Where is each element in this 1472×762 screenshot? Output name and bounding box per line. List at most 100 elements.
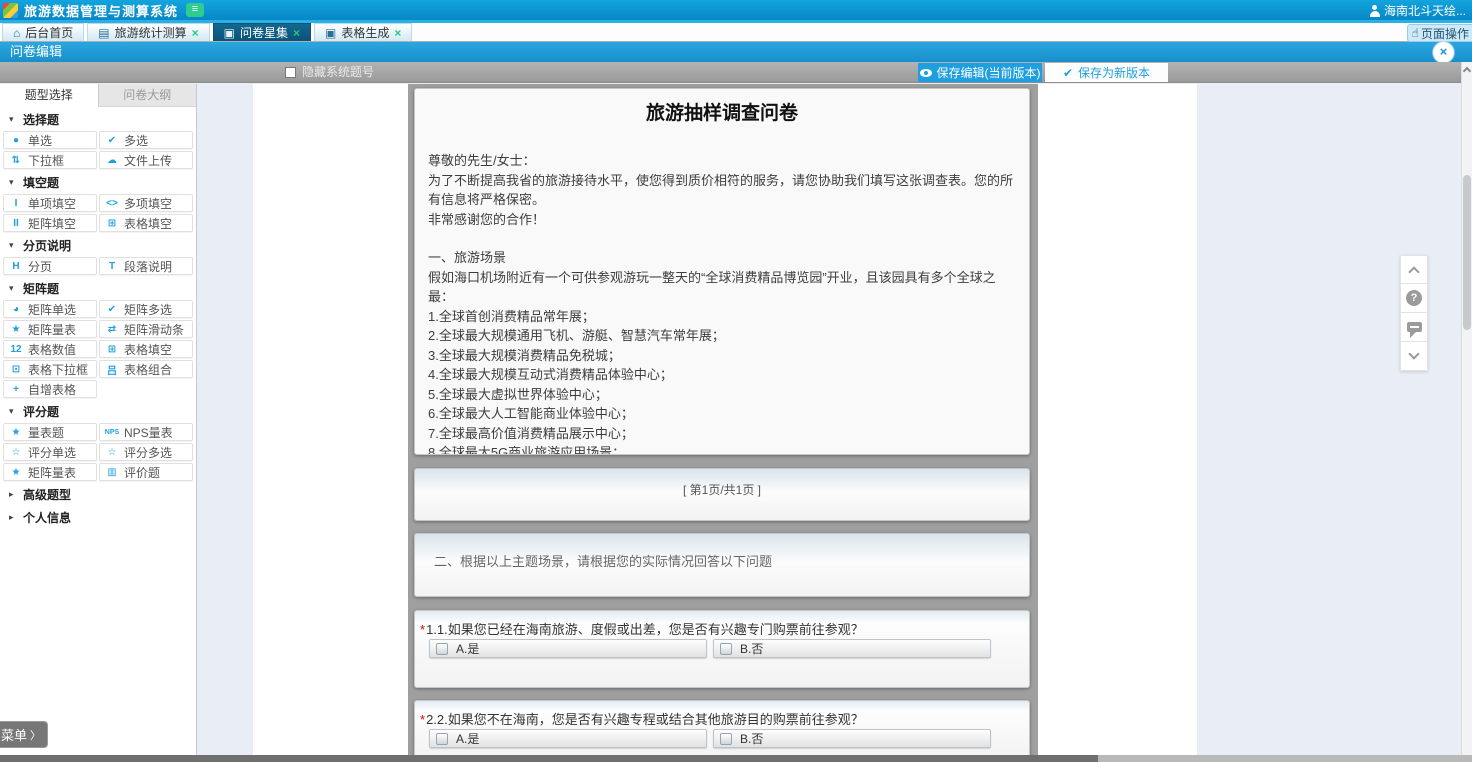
question-type-sidebar: 题型选择 问卷大纲 ▾ 选择题 ● 单选 ✔ 多选 ⇅ 下拉框 ☁ 文件上传 ▾… <box>0 84 197 755</box>
sidebar-item-multi-blank[interactable]: <> 多项填空 <box>99 194 193 212</box>
help-button[interactable]: ? <box>1400 284 1428 313</box>
option-checkbox[interactable] <box>436 643 448 655</box>
page-operations-button[interactable]: ☝ 页面操作 <box>1407 24 1472 42</box>
tab-table-generation[interactable]: ▣ 表格生成 × <box>314 23 412 41</box>
question-card-1[interactable]: *1.1.如果您已经在海南旅游、度假或出差，您是否有兴趣专门购票前往参观？ A.… <box>414 610 1030 688</box>
tab-question-types[interactable]: 题型选择 <box>0 84 98 107</box>
sidebar-item-matrix-scale-2[interactable]: ★ 矩阵量表 <box>3 463 97 481</box>
sidebar-item-score-multi[interactable]: ☆ 评分多选 <box>99 443 193 461</box>
section-rating[interactable]: ▾ 评分题 <box>0 399 196 422</box>
sidebar-item-dropdown[interactable]: ⇅ 下拉框 <box>3 151 97 169</box>
tab-tourism-statistics[interactable]: ▤ 旅游统计测算 × <box>87 23 209 41</box>
question-mark-icon: ? <box>1406 290 1422 306</box>
chevron-right-icon: 〉 <box>30 727 41 743</box>
horizontal-scrollbar[interactable] <box>0 755 1472 762</box>
section-rating-items: ★ 量表题 NPS NPS量表 ☆ 评分单选 ☆ 评分多选 ★ 矩阵量表 ▥ 评… <box>0 422 196 482</box>
page-break-icon: H <box>4 261 28 272</box>
close-tab-icon[interactable]: × <box>293 26 300 40</box>
option-label: A.是 <box>456 640 479 657</box>
sidebar-item-multi-choice[interactable]: ✔ 多选 <box>99 131 193 149</box>
option-label: B.否 <box>740 640 763 657</box>
horizontal-scrollbar-thumb[interactable] <box>0 755 1098 762</box>
matrix-slider-icon: ⇄ <box>100 324 124 335</box>
question-card-2[interactable]: *2.2.如果您不在海南，您是否有兴趣专程或结合其他旅游目的购票前往参观？ A.… <box>414 700 1030 762</box>
collapse-icon: ▾ <box>9 283 17 294</box>
sidebar-item-matrix-single[interactable]: ◕ 矩阵单选 <box>3 300 97 318</box>
section-choice[interactable]: ▾ 选择题 <box>0 107 196 130</box>
sidebar-item-table-fill[interactable]: ⊞ 表格填空 <box>99 340 193 358</box>
hide-system-number-checkbox[interactable] <box>285 67 296 78</box>
tab-questionnaire[interactable]: ▣ 问卷星集 × <box>213 23 311 41</box>
option-a[interactable]: A.是 <box>429 729 707 748</box>
sidebar-item-score-single[interactable]: ☆ 评分单选 <box>3 443 97 461</box>
close-tab-icon[interactable]: × <box>394 26 401 40</box>
option-a[interactable]: A.是 <box>429 639 707 658</box>
user-icon <box>1370 4 1380 17</box>
option-b[interactable]: B.否 <box>713 639 991 658</box>
sidebar-item-evaluation[interactable]: ▥ 评价题 <box>99 463 193 481</box>
tab-home[interactable]: ⌂ 后台首页 <box>2 23 84 41</box>
sidebar-item-file-upload[interactable]: ☁ 文件上传 <box>99 151 193 169</box>
section-matrix-items: ◕ 矩阵单选 ✔ 矩阵多选 ★ 矩阵量表 ⇄ 矩阵滑动条 12 表格数值 ⊞ 表… <box>0 299 196 399</box>
close-editor-button[interactable]: × <box>1433 42 1454 63</box>
table-fill-icon: ⊞ <box>100 344 124 355</box>
survey-scene: 一、旅游场景 假如海口机场附近有一个可供参观游玩一整天的“全球消费精品博览园”开… <box>428 248 1016 455</box>
vertical-scrollbar[interactable] <box>1461 62 1472 755</box>
pointing-hand-icon: ☝ <box>1412 26 1419 40</box>
option-checkbox[interactable] <box>436 733 448 745</box>
save-current-version-button[interactable]: 保存编辑(当前版本) <box>918 63 1042 82</box>
feedback-button[interactable] <box>1400 313 1428 342</box>
sidebar-item-matrix-slider[interactable]: ⇄ 矩阵滑动条 <box>99 320 193 338</box>
sidebar-item-single-choice[interactable]: ● 单选 <box>3 131 97 149</box>
sidebar-item-table-combo[interactable]: 吕 表格组合 <box>99 360 193 378</box>
save-new-label: 保存为新版本 <box>1078 64 1150 81</box>
score-single-icon: ☆ <box>4 447 28 458</box>
option-checkbox[interactable] <box>720 733 732 745</box>
sidebar-item-matrix-blank[interactable]: II 矩阵填空 <box>3 214 97 232</box>
sidebar-item-scale-question[interactable]: ★ 量表题 <box>3 423 97 441</box>
close-tab-icon[interactable]: × <box>192 26 199 40</box>
scrollbar-up-arrow[interactable] <box>1463 67 1471 75</box>
section-choice-items: ● 单选 ✔ 多选 ⇅ 下拉框 ☁ 文件上传 <box>0 130 196 170</box>
section-advanced[interactable]: ▸ 高级题型 <box>0 482 196 505</box>
sidebar-item-paragraph-note[interactable]: T 段落说明 <box>99 257 193 275</box>
monitor-icon: ▣ <box>224 26 235 40</box>
chevron-up-icon <box>1408 266 1419 277</box>
sidebar-item-matrix-multi[interactable]: ✔ 矩阵多选 <box>99 300 193 318</box>
save-new-version-button[interactable]: ✔ 保存为新版本 <box>1045 63 1168 82</box>
question-title: *1.1.如果您已经在海南旅游、度假或出差，您是否有兴趣专门购票前往参观？ <box>415 611 1029 638</box>
sidebar-item-table-dropdown[interactable]: ⊡ 表格下拉框 <box>3 360 97 378</box>
tab-label: 问卷星集 <box>240 24 288 41</box>
scroll-bottom-button[interactable] <box>1400 342 1428 371</box>
tab-label: 旅游统计测算 <box>115 24 187 41</box>
app-window: 旅游数据管理与测算系统 ≡ 海南北斗天绘... ⌂ 后台首页 ▤ 旅游统计测算 … <box>0 0 1472 762</box>
sidebar-item-table-blank[interactable]: ⊞ 表格填空 <box>99 214 193 232</box>
user-account[interactable]: 海南北斗天绘... <box>1370 0 1466 20</box>
multi-choice-icon: ✔ <box>100 135 124 146</box>
option-checkbox[interactable] <box>720 643 732 655</box>
scroll-top-button[interactable] <box>1400 255 1428 284</box>
tab-survey-outline[interactable]: 问卷大纲 <box>98 84 197 106</box>
vertical-scrollbar-thumb[interactable] <box>1463 175 1471 330</box>
section-personal-info[interactable]: ▸ 个人信息 <box>0 505 196 528</box>
hamburger-menu-icon[interactable]: ≡ <box>186 3 204 17</box>
section-fill-blank-items: I 单项填空 <> 多项填空 II 矩阵填空 ⊞ 表格填空 <box>0 193 196 233</box>
survey-header-card[interactable]: 旅游抽样调查问卷 尊敬的先生/女士： 为了不断提高我省的旅游接待水平，使您得到质… <box>414 88 1030 455</box>
sidebar-item-auto-table[interactable]: + 自增表格 <box>3 380 97 398</box>
auto-table-icon: + <box>4 384 28 395</box>
section-matrix[interactable]: ▾ 矩阵题 <box>0 276 196 299</box>
section-title-card[interactable]: 二、根据以上主题场景，请根据您的实际情况回答以下问题 <box>414 533 1030 597</box>
sidebar-item-nps-scale[interactable]: NPS NPS量表 <box>99 423 193 441</box>
score-multi-icon: ☆ <box>100 447 124 458</box>
section-paging[interactable]: ▾ 分页说明 <box>0 233 196 256</box>
menu-button[interactable]: 菜单 〉 <box>0 721 48 748</box>
sidebar-item-table-number[interactable]: 12 表格数值 <box>3 340 97 358</box>
sidebar-item-page-break[interactable]: H 分页 <box>3 257 97 275</box>
matrix-scale-icon: ★ <box>4 324 28 335</box>
content-gap <box>198 84 253 755</box>
section-fill-blank[interactable]: ▾ 填空题 <box>0 170 196 193</box>
sidebar-item-matrix-scale[interactable]: ★ 矩阵量表 <box>3 320 97 338</box>
page-indicator-card[interactable]: [ 第1页/共1页 ] <box>414 468 1030 521</box>
sidebar-item-single-blank[interactable]: I 单项填空 <box>3 194 97 212</box>
option-b[interactable]: B.否 <box>713 729 991 748</box>
